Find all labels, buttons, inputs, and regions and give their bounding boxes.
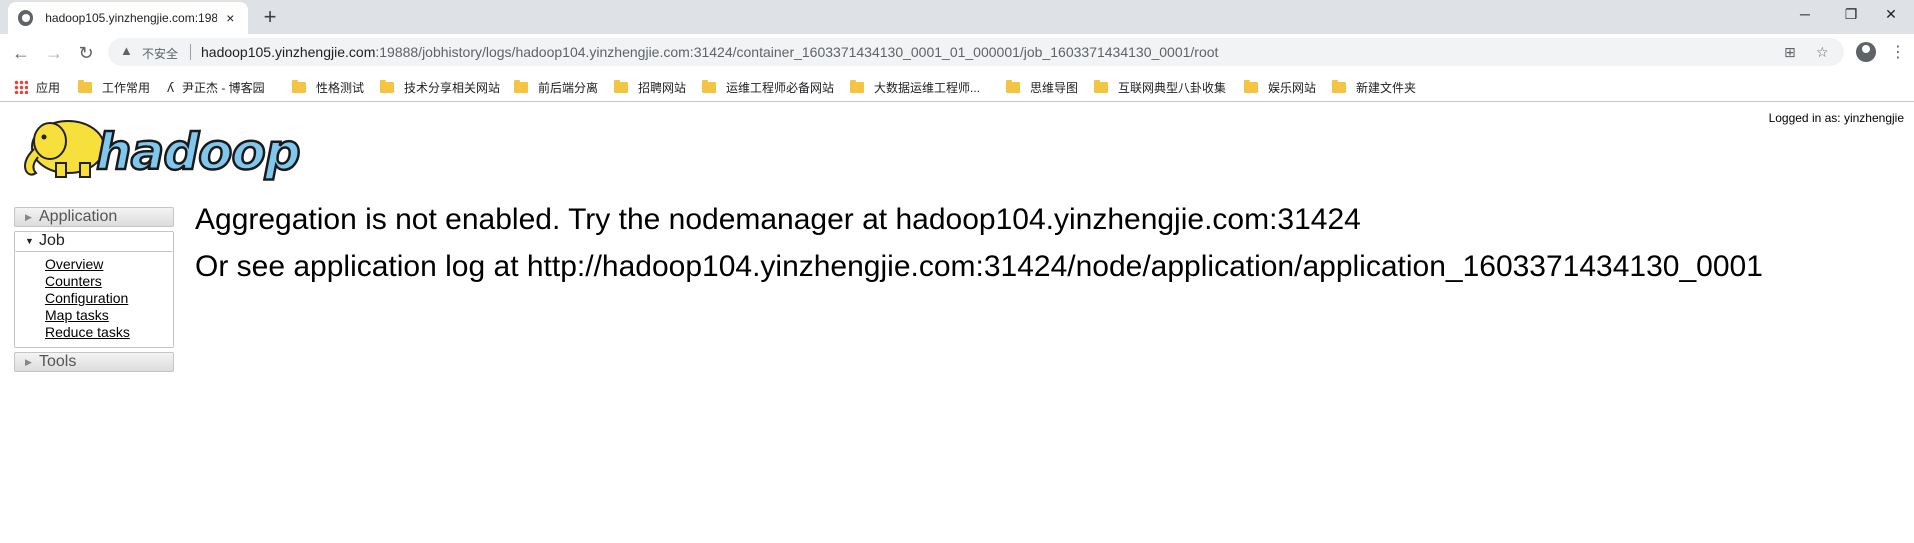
- security-label[interactable]: 不安全: [142, 45, 178, 62]
- browser-toolbar: ← → ↻ ▲ 不安全 hadoop105.yinzhengjie.com:19…: [0, 34, 1914, 72]
- address-bar[interactable]: ▲ 不安全 hadoop105.yinzhengjie.com:19888/jo…: [108, 38, 1844, 66]
- caret-down-icon: ▼: [25, 236, 34, 246]
- application-log-message: Or see application log at http://hadoop1…: [195, 250, 1763, 283]
- profile-avatar-icon[interactable]: [1856, 42, 1876, 62]
- logo-wordmark: hadoop: [96, 123, 300, 181]
- bookmark-folder[interactable]: 招聘网站: [614, 78, 686, 96]
- nav-tools-header[interactable]: ▶ Tools: [14, 352, 174, 372]
- bookmark-label: 招聘网站: [638, 80, 687, 95]
- folder-icon: [78, 79, 92, 93]
- side-navigation: ▶ Application ▼ Job Overview Counters Co…: [14, 207, 174, 372]
- menu-kebab-icon[interactable]: ⋮: [1890, 42, 1906, 62]
- bookmark-label: 前后端分离: [538, 80, 599, 95]
- bookmarks-bar: 应用 工作常用 ʎ 尹正杰 - 博客园 性格测试 技术分享相关网站 前后端分离 …: [0, 72, 1914, 102]
- close-tab-icon[interactable]: ×: [223, 10, 238, 26]
- link-overview[interactable]: Overview: [45, 256, 173, 273]
- nav-job-label: Job: [39, 232, 65, 249]
- logged-in-status: Logged in as: yinzhengjie: [1768, 111, 1904, 125]
- bookmark-folder[interactable]: 性格测试: [292, 78, 364, 96]
- bookmark-label: 大数据运维工程师...: [874, 80, 981, 95]
- bookmark-folder[interactable]: 娱乐网站: [1244, 78, 1316, 96]
- close-window-button[interactable]: ✕: [1868, 0, 1914, 30]
- bookmark-folder[interactable]: 思维导图: [1006, 78, 1078, 96]
- tab-title: hadoop105.yinzhengjie.com:19888/jobhisto…: [45, 11, 217, 25]
- warning-icon[interactable]: ▲: [120, 43, 133, 58]
- folder-icon: [614, 79, 628, 93]
- bookmark-apps[interactable]: 应用: [14, 78, 60, 96]
- bookmark-label: 工作常用: [102, 80, 151, 95]
- bookmark-folder[interactable]: 大数据运维工程师...: [850, 78, 980, 96]
- caret-right-icon: ▶: [25, 212, 32, 222]
- tab-strip: hadoop105.yinzhengjie.com:19888/jobhisto…: [0, 0, 1914, 34]
- url-path: :19888/jobhistory/logs/hadoop104.yinzhen…: [375, 44, 1219, 60]
- bookmark-folder[interactable]: 互联网典型八卦收集: [1094, 78, 1226, 96]
- bookmark-folder[interactable]: 技术分享相关网站: [380, 78, 500, 96]
- bookmark-label: 技术分享相关网站: [404, 80, 501, 95]
- nav-job-section: ▼ Job Overview Counters Configuration Ma…: [14, 231, 174, 348]
- link-map-tasks[interactable]: Map tasks: [45, 307, 173, 324]
- folder-icon: [702, 79, 716, 93]
- nav-job-links: Overview Counters Configuration Map task…: [15, 252, 173, 347]
- globe-icon: [18, 10, 34, 26]
- folder-icon: [1006, 79, 1020, 93]
- translate-icon[interactable]: ⊞: [1784, 44, 1796, 61]
- nav-application-header[interactable]: ▶ Application: [14, 207, 174, 227]
- folder-icon: [514, 79, 528, 93]
- back-button[interactable]: ←: [10, 42, 32, 64]
- hadoop-logo: hadoop: [24, 120, 302, 182]
- bookmark-folder[interactable]: 新建文件夹: [1332, 78, 1416, 96]
- browser-tab[interactable]: hadoop105.yinzhengjie.com:19888/jobhisto…: [8, 2, 248, 34]
- folder-icon: [850, 79, 864, 93]
- link-counters[interactable]: Counters: [45, 273, 173, 290]
- url-text[interactable]: hadoop105.yinzhengjie.com:19888/jobhisto…: [201, 44, 1218, 60]
- caret-right-icon: ▶: [25, 357, 32, 367]
- bookmark-star-icon[interactable]: ☆: [1816, 44, 1829, 61]
- folder-icon: [1244, 79, 1258, 93]
- folder-icon: [1094, 79, 1108, 93]
- link-reduce-tasks[interactable]: Reduce tasks: [45, 324, 173, 341]
- folder-icon: [1332, 79, 1346, 93]
- url-host: hadoop105.yinzhengjie.com: [201, 44, 376, 60]
- bookmark-label: 思维导图: [1030, 80, 1079, 95]
- bookmark-label: 互联网典型八卦收集: [1118, 80, 1227, 95]
- bookmark-label: 应用: [36, 80, 61, 95]
- apps-icon: [14, 80, 28, 94]
- bookmark-label: 尹正杰 - 博客园: [182, 80, 265, 95]
- bookmark-folder[interactable]: 运维工程师必备网站: [702, 78, 834, 96]
- new-tab-button[interactable]: +: [258, 6, 282, 30]
- folder-icon: [380, 79, 394, 93]
- omnibox-divider: [190, 44, 191, 60]
- bookmark-label: 娱乐网站: [1268, 80, 1317, 95]
- bookmark-folder[interactable]: 前后端分离: [514, 78, 598, 96]
- nav-job-header[interactable]: ▼ Job: [15, 232, 173, 252]
- minimize-button[interactable]: ─: [1782, 0, 1828, 30]
- elephant-icon: [24, 120, 105, 178]
- bookmark-label: 运维工程师必备网站: [726, 80, 835, 95]
- page-content: hadoop Logged in as: yinzhengjie ▶ Appli…: [0, 103, 1914, 543]
- aggregation-message: Aggregation is not enabled. Try the node…: [195, 203, 1361, 236]
- link-configuration[interactable]: Configuration: [45, 290, 173, 307]
- nav-application-label: Application: [39, 208, 118, 225]
- reload-button[interactable]: ↻: [75, 42, 97, 64]
- folder-icon: [292, 79, 306, 93]
- nav-tools-label: Tools: [39, 353, 77, 370]
- blog-icon: ʎ: [167, 79, 174, 95]
- bookmark-label: 新建文件夹: [1356, 80, 1417, 95]
- bookmark-label: 性格测试: [316, 80, 365, 95]
- bookmark-blog[interactable]: ʎ 尹正杰 - 博客园: [167, 78, 265, 96]
- bookmark-folder[interactable]: 工作常用: [78, 78, 150, 96]
- forward-button[interactable]: →: [43, 42, 65, 64]
